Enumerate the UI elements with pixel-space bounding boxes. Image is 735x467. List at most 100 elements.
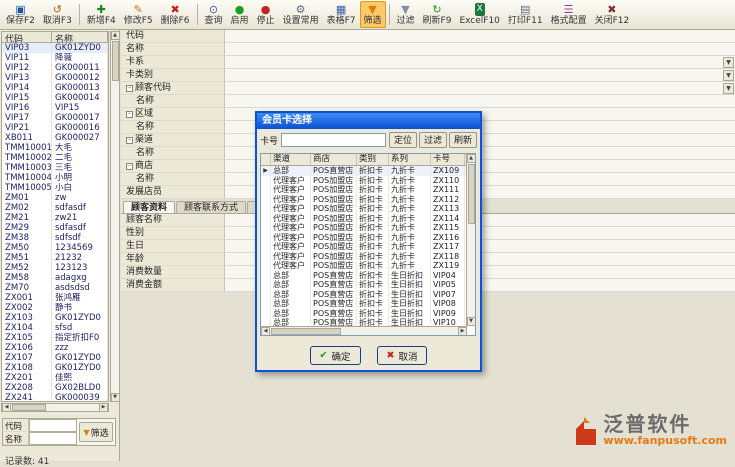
toolbar-button-query[interactable]: ⊙查询 (201, 1, 227, 28)
scroll-thumb[interactable] (271, 328, 341, 335)
toolbar-button-filter[interactable]: ▼筛选 (360, 1, 386, 28)
toolbar-button-add[interactable]: ✚新增F4 (83, 1, 120, 28)
customer-list-row[interactable]: VIP11降薇 (2, 53, 108, 63)
dialog-table-row[interactable]: 代理客户POS加盟店折扣卡九折卡ZX110 (261, 176, 475, 186)
scroll-left-icon[interactable]: ◀ (261, 327, 270, 336)
scroll-thumb[interactable] (112, 41, 119, 81)
customer-list-row[interactable]: ZM29sdfasdf (2, 223, 108, 233)
customer-list-row[interactable]: ZM02sdfasdf (2, 203, 108, 213)
customer-list-row[interactable]: TMM10002二毛 (2, 153, 108, 163)
toolbar-button-enable[interactable]: ●启用 (227, 1, 253, 28)
dialog-button-3[interactable]: 刷新 (449, 132, 477, 148)
form-field[interactable] (225, 95, 735, 108)
dialog-table-row[interactable]: 代理客户POS加盟店折扣卡九折卡ZX118 (261, 252, 475, 262)
left-horizontal-scrollbar[interactable]: ◀ ▶ (1, 403, 109, 412)
toolbar-button-filter2[interactable]: ▼过滤 (393, 1, 419, 28)
dialog-table-row[interactable]: 总部POS直营店折扣卡生日折扣VIP07 (261, 290, 475, 300)
customer-list-row[interactable]: ZX105指定折扣F0 (2, 333, 108, 343)
dialog-table-row[interactable]: 代理客户POS加盟店折扣卡九折卡ZX111 (261, 185, 475, 195)
customer-list-row[interactable]: XB011GK000027 (2, 133, 108, 143)
filter-name-input[interactable] (29, 432, 77, 445)
toolbar-button-save[interactable]: ▣保存F2 (2, 1, 39, 28)
toolbar-button-stop[interactable]: ●停止 (253, 1, 279, 28)
toolbar-button-excel[interactable]: XExcelF10 (455, 1, 503, 28)
toolbar-button-settings[interactable]: ⚙设置常用 (279, 1, 323, 28)
tab-1[interactable]: 顾客资料 (123, 201, 175, 213)
customer-list-row[interactable]: ZM58adagxg (2, 273, 108, 283)
dialog-table-row[interactable]: 代理客户POS加盟店折扣卡九折卡ZX115 (261, 223, 475, 233)
dialog-column-header[interactable]: 类别 (357, 154, 389, 165)
toolbar-button-edit[interactable]: ✎修改F5 (120, 1, 157, 28)
filter-code-input[interactable] (29, 419, 77, 432)
customer-list-row[interactable]: ZX208GX02BLD0 (2, 383, 108, 393)
tab-2[interactable]: 顾客联系方式 (176, 201, 246, 213)
customer-list-row[interactable]: ZX001张鸿雁 (2, 293, 108, 303)
scroll-left-icon[interactable]: ◀ (2, 403, 11, 412)
collapse-icon[interactable]: - (126, 111, 133, 118)
scroll-down-icon[interactable]: ▼ (111, 393, 120, 402)
customer-list-row[interactable]: ZX106zzz (2, 343, 108, 353)
customer-list-row[interactable]: VIP14GK000013 (2, 83, 108, 93)
scroll-up-icon[interactable]: ▲ (467, 154, 476, 163)
toolbar-button-cancel[interactable]: ↺取消F3 (39, 1, 76, 28)
customer-list-row[interactable]: ZX104sfsd (2, 323, 108, 333)
dialog-button-2[interactable]: 过滤 (419, 132, 447, 148)
dialog-table-row[interactable]: 代理客户POS加盟店折扣卡九折卡ZX116 (261, 233, 475, 243)
ok-button[interactable]: ✔ 确定 (310, 346, 361, 365)
dialog-column-header[interactable]: 系列 (389, 154, 431, 165)
dialog-column-header[interactable]: 商店 (311, 154, 357, 165)
filter-list-button[interactable]: ▼ 筛选 (79, 422, 113, 442)
dialog-table-row[interactable]: 总部POS直营店折扣卡生日折扣VIP08 (261, 299, 475, 309)
scroll-thumb[interactable] (12, 404, 46, 411)
customer-list-row[interactable]: ZX201佳熙 (2, 373, 108, 383)
customer-list-row[interactable]: ZX103GK01ZYD0 (2, 313, 108, 323)
dialog-column-header[interactable]: 渠道 (271, 154, 311, 165)
scroll-thumb[interactable] (468, 164, 475, 224)
customer-list-row[interactable]: VIP21GK000016 (2, 123, 108, 133)
collapse-icon[interactable]: - (126, 163, 133, 170)
dialog-table-row[interactable]: 代理客户POS加盟店折扣卡九折卡ZX112 (261, 195, 475, 205)
customer-list-row[interactable]: ZX002静书 (2, 303, 108, 313)
column-header-code[interactable]: 代码 (2, 32, 52, 42)
cancel-button[interactable]: ✖ 取消 (377, 346, 428, 365)
dialog-table-row[interactable]: ▶总部POS直营店折扣卡九折卡ZX109 (261, 166, 475, 176)
dialog-table-row[interactable]: 代理客户POS加盟店折扣卡九折卡ZX113 (261, 204, 475, 214)
customer-list-row[interactable]: VIP15GK000014 (2, 93, 108, 103)
customer-list-row[interactable]: ZM5121232 (2, 253, 108, 263)
customer-list-row[interactable]: TMM10001大毛 (2, 143, 108, 153)
dropdown-arrow-icon[interactable]: ▼ (723, 57, 734, 68)
customer-list-row[interactable]: VIP17GK000017 (2, 113, 108, 123)
customer-list-row[interactable]: ZX107GK01ZYD0 (2, 353, 108, 363)
toolbar-button-refresh[interactable]: ↻刷新F9 (419, 1, 456, 28)
form-field[interactable] (225, 43, 735, 56)
toolbar-button-delete[interactable]: ✖删除F6 (157, 1, 194, 28)
left-vertical-scrollbar[interactable]: ▲ ▼ (110, 31, 119, 402)
collapse-icon[interactable]: - (126, 85, 133, 92)
customer-list-row[interactable]: ZM21zw21 (2, 213, 108, 223)
toolbar-button-print[interactable]: ▤打印F11 (504, 1, 547, 28)
dialog-table-row[interactable]: 代理客户POS加盟店折扣卡九折卡ZX114 (261, 214, 475, 224)
customer-list-row[interactable]: TMM10004小明 (2, 173, 108, 183)
toolbar-button-format[interactable]: ☰格式配置 (547, 1, 591, 28)
customer-list-row[interactable]: TMM10003三毛 (2, 163, 108, 173)
customer-list-row[interactable]: ZM70asdsdsd (2, 283, 108, 293)
dropdown-arrow-icon[interactable]: ▼ (723, 70, 734, 81)
form-field[interactable]: ▼ (225, 56, 735, 69)
customer-list-row[interactable]: ZX241GK000039 (2, 393, 108, 402)
customer-list-row[interactable]: ZM38sdfsdf (2, 233, 108, 243)
form-field[interactable] (225, 30, 735, 43)
customer-list-row[interactable]: VIP16VIP15 (2, 103, 108, 113)
card-number-input[interactable] (281, 133, 386, 147)
scroll-right-icon[interactable]: ▶ (99, 403, 108, 412)
customer-list-row[interactable]: VIP03GK01ZYD0 (2, 43, 108, 53)
customer-list-row[interactable]: ZX108GK01ZYD0 (2, 363, 108, 373)
dialog-table-row[interactable]: 总部POS直营店折扣卡生日折扣VIP09 (261, 309, 475, 319)
collapse-icon[interactable]: - (126, 137, 133, 144)
dialog-column-header[interactable]: 卡号 (431, 154, 465, 165)
brand-url[interactable]: www.fanpusoft.com (603, 435, 727, 447)
customer-list-row[interactable]: ZM501234569 (2, 243, 108, 253)
dialog-table-row[interactable]: 代理客户POS加盟店折扣卡九折卡ZX119 (261, 261, 475, 271)
scroll-right-icon[interactable]: ▶ (458, 327, 467, 336)
customer-list-row[interactable]: ZM52123123 (2, 263, 108, 273)
customer-list-row[interactable]: VIP13GK000012 (2, 73, 108, 83)
